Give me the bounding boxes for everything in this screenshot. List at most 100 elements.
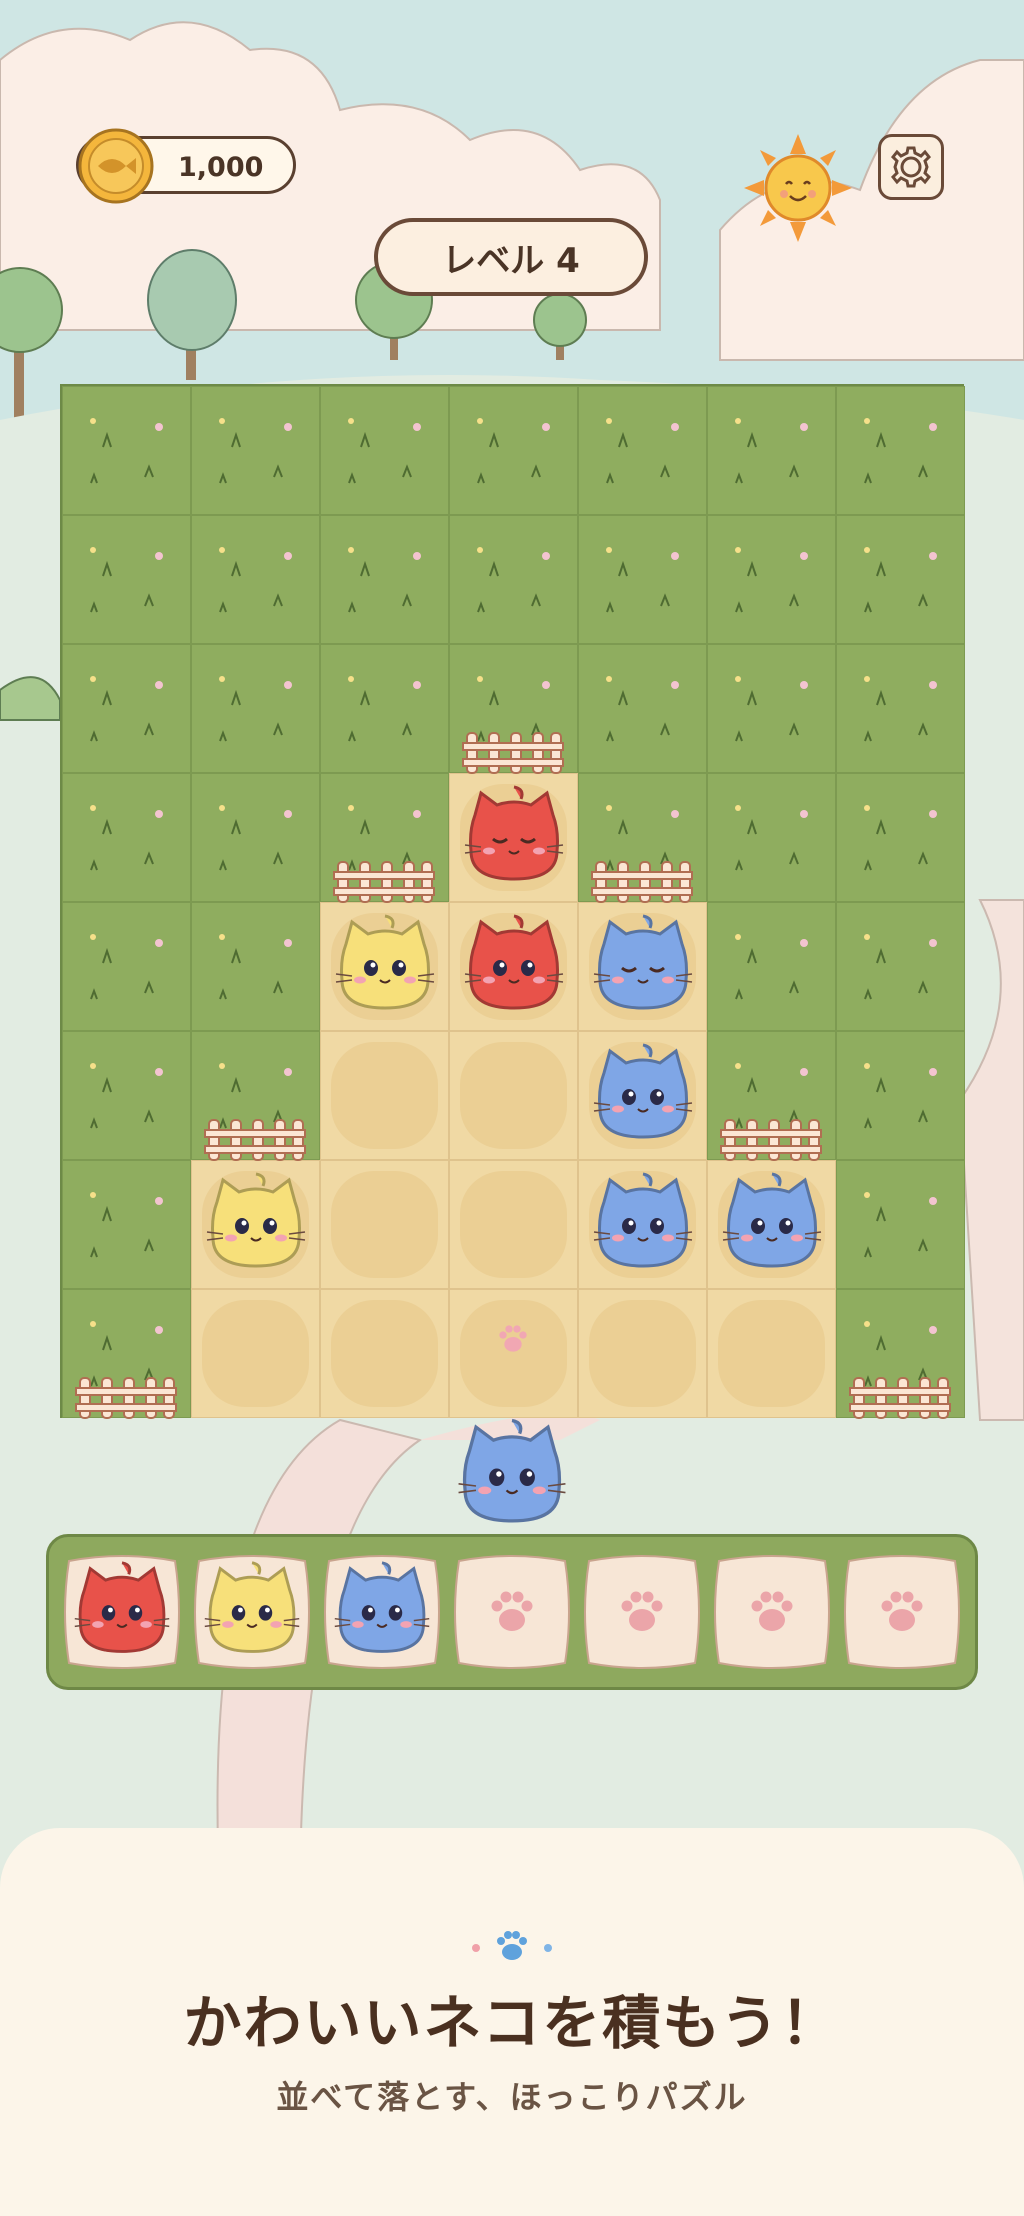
sand-cell <box>320 1289 449 1418</box>
fence-icon <box>203 1114 308 1166</box>
fence-icon <box>590 856 695 908</box>
game-board[interactable] <box>60 384 965 1419</box>
grass-cell <box>707 902 836 1031</box>
empty-tray-slot[interactable] <box>711 1549 833 1675</box>
grass-cell <box>62 386 191 515</box>
fence-icon <box>848 1372 953 1424</box>
empty-tray-slot[interactable] <box>451 1549 573 1675</box>
grass-tuft-icon <box>219 676 292 742</box>
sand-cell <box>578 1289 707 1418</box>
grass-tuft-icon <box>864 1192 937 1258</box>
tagline: かわいいネコを積もう！ <box>183 1989 841 2057</box>
fence-icon <box>332 856 437 908</box>
grass-cell <box>836 1160 965 1289</box>
cat-tray <box>46 1534 978 1690</box>
subtitle: 並べて落とす、ほっこりパズル <box>276 2078 748 2116</box>
cat-icon <box>334 1561 430 1653</box>
grass-cell <box>62 902 191 1031</box>
cat-icon <box>593 914 693 1010</box>
grass-cell <box>320 644 449 773</box>
grass-tuft-icon <box>90 1192 163 1258</box>
grass-cell <box>836 902 965 1031</box>
grass-tuft-icon <box>735 934 808 1000</box>
grass-cell <box>191 644 320 773</box>
grass-tuft-icon <box>348 676 421 742</box>
cat-block-red[interactable] <box>459 781 569 895</box>
cat-block-red[interactable] <box>459 910 569 1024</box>
cat-icon <box>458 1418 566 1523</box>
cat-icon <box>722 1172 822 1268</box>
grass-tuft-icon <box>348 418 421 484</box>
cat-block-blue[interactable] <box>588 910 698 1024</box>
grass-tuft-icon <box>90 418 163 484</box>
sand-cell <box>320 1031 449 1160</box>
grass-tuft-icon <box>735 676 808 742</box>
settings-button[interactable] <box>878 134 944 200</box>
sand-cell <box>191 1289 320 1418</box>
cat-icon <box>206 1172 306 1268</box>
cat-block-blue[interactable] <box>588 1039 698 1153</box>
grass-cell <box>836 515 965 644</box>
grass-cell <box>836 773 965 902</box>
falling-cat-piece[interactable] <box>452 1414 572 1544</box>
grass-tuft-icon <box>864 676 937 742</box>
cat-block-yellow[interactable] <box>330 910 440 1024</box>
cat-icon <box>593 1172 693 1268</box>
grass-tuft-icon <box>477 547 550 613</box>
sand-cell <box>320 1160 449 1289</box>
cat-icon <box>74 1561 170 1653</box>
grass-tuft-icon <box>477 418 550 484</box>
grass-tuft-icon <box>606 547 679 613</box>
fence-icon <box>719 1114 824 1166</box>
fence-icon <box>461 727 566 779</box>
grass-cell <box>836 386 965 515</box>
gear-icon <box>890 146 932 188</box>
tray-slot-red[interactable] <box>61 1549 183 1675</box>
fence-icon <box>74 1372 179 1424</box>
grass-cell <box>578 386 707 515</box>
grass-cell <box>578 515 707 644</box>
cat-block-yellow[interactable] <box>201 1168 311 1282</box>
fish-coin-icon <box>78 128 154 204</box>
grass-cell <box>191 902 320 1031</box>
tray-slot-blue[interactable] <box>321 1549 443 1675</box>
paw-icon <box>499 1325 527 1352</box>
grass-tuft-icon <box>864 805 937 871</box>
grass-tuft-icon <box>219 805 292 871</box>
grass-tuft-icon <box>219 547 292 613</box>
cat-icon <box>593 1043 693 1139</box>
grass-tuft-icon <box>606 418 679 484</box>
cat-block-blue[interactable] <box>588 1168 698 1282</box>
grass-cell <box>707 773 836 902</box>
level-indicator: レベル 4 <box>374 218 648 296</box>
grass-tuft-icon <box>348 547 421 613</box>
grass-cell <box>707 515 836 644</box>
level-label: レベル 4 <box>442 240 580 281</box>
grass-tuft-icon <box>735 547 808 613</box>
paw-print-mark <box>493 1319 533 1363</box>
grass-tuft-icon <box>606 676 679 742</box>
grass-tuft-icon <box>864 547 937 613</box>
grass-cell <box>191 515 320 644</box>
grass-cell <box>191 386 320 515</box>
paw-print-icon <box>472 1931 552 1960</box>
cat-block-blue[interactable] <box>717 1168 827 1282</box>
grass-cell <box>836 644 965 773</box>
grass-cell <box>836 1031 965 1160</box>
tray-slot-yellow[interactable] <box>191 1549 313 1675</box>
grass-tuft-icon <box>90 1063 163 1129</box>
grass-tuft-icon <box>90 805 163 871</box>
grass-tuft-icon <box>735 418 808 484</box>
sun-icon <box>744 134 852 242</box>
empty-tray-slot[interactable] <box>581 1549 703 1675</box>
grass-tuft-icon <box>864 418 937 484</box>
cat-icon <box>464 914 564 1010</box>
grass-cell <box>62 644 191 773</box>
grass-cell <box>707 386 836 515</box>
grass-cell <box>707 644 836 773</box>
grass-tuft-icon <box>90 547 163 613</box>
cat-icon <box>464 785 564 881</box>
grass-cell <box>191 773 320 902</box>
empty-tray-slot[interactable] <box>841 1549 963 1675</box>
paw-icon <box>881 1591 923 1631</box>
